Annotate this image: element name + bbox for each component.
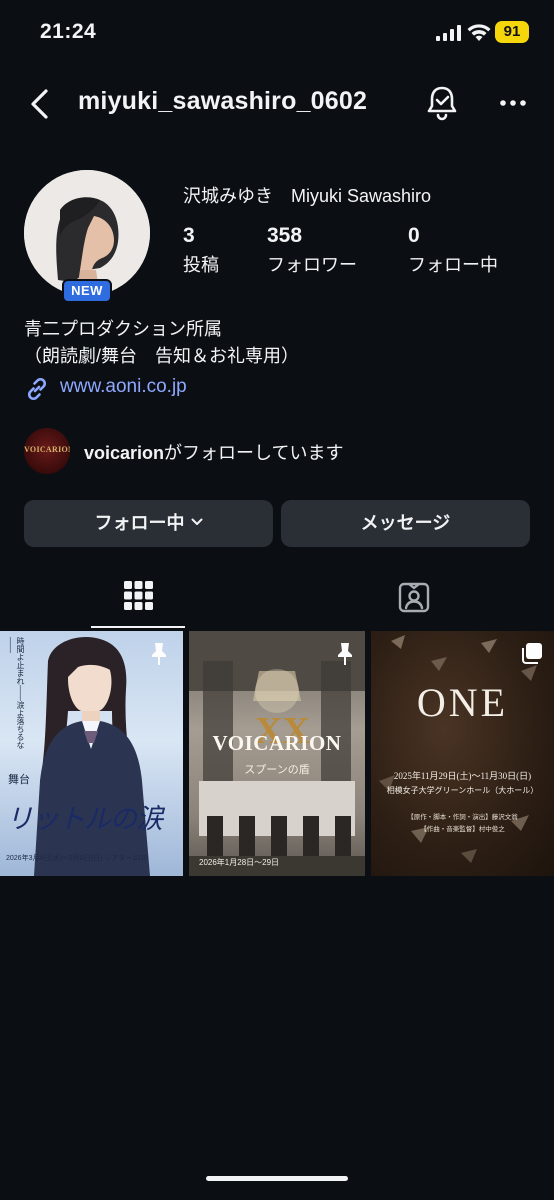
stat-followers-count: 358	[267, 224, 303, 247]
following-button-label: フォロー中	[94, 513, 185, 533]
pin-icon	[152, 643, 166, 665]
followed-by-row[interactable]: VOICARION voicarionがフォローしています	[24, 428, 524, 474]
status-time: 21:24	[40, 20, 97, 43]
post-dates: 2026年3月4日(水)～3月8日(日) シアター1010	[6, 855, 148, 862]
message-button-label: メッセージ	[360, 513, 451, 533]
active-tab-indicator	[91, 626, 185, 628]
wifi-icon	[467, 24, 491, 41]
back-arrow-icon[interactable]	[26, 86, 54, 122]
post-title: リットルの涙	[6, 804, 163, 834]
post-dates: 2026年1月28日～29日	[199, 858, 280, 867]
profile-username: miyuki_sawashiro_0602	[78, 87, 368, 115]
followed-by-avatar-text: VOICARION	[24, 445, 70, 454]
link-icon	[27, 377, 47, 401]
post-title: VOICARION	[212, 731, 342, 755]
home-indicator	[206, 1176, 348, 1181]
stat-posts-count: 3	[183, 224, 195, 247]
followed-by-suffix: がフォローしています	[164, 443, 344, 463]
bio-line: （朗読劇/舞台 告知＆お礼専用）	[24, 346, 299, 366]
post-dates: 2025年11月29日(土)～11月30日(日)	[393, 771, 532, 781]
post-title: ONE	[416, 680, 509, 725]
tab-tagged[interactable]	[368, 572, 462, 630]
bio-line: 青二プロダクション所属	[24, 319, 222, 339]
battery-indicator: 91	[495, 21, 529, 43]
post-thumbnail[interactable]: ONE 2025年11月29日(土)～11月30日(日) 相模女子大学グリーンホ…	[371, 631, 554, 876]
stat-following[interactable]: 0 フォロー中	[408, 224, 498, 277]
post-image	[34, 637, 150, 876]
post-venue: 相模女子大学グリーンホール（大ホール）	[386, 786, 539, 795]
post-category: 舞台	[8, 774, 30, 786]
post-credit: 【原作・脚本・作詞・演出】藤沢文翁	[407, 814, 518, 821]
tagged-person-icon	[398, 582, 430, 613]
link-url[interactable]: www.aoni.co.jp	[60, 376, 187, 398]
post-image	[379, 635, 537, 863]
stat-posts-label: 投稿	[183, 255, 219, 275]
stat-followers-label: フォロワー	[267, 255, 357, 275]
grid-icon	[124, 581, 153, 610]
post-tagline: 時間よ止まれ――涙よ落ちるな――	[6, 637, 25, 749]
notification-bell-icon[interactable]	[424, 84, 460, 122]
profile-header: miyuki_sawashiro_0602	[0, 78, 554, 128]
stat-following-label: フォロー中	[408, 255, 498, 275]
more-options-icon[interactable]	[498, 98, 528, 108]
status-bar: 21:24 91	[0, 0, 554, 66]
post-thumbnail[interactable]: XX VOICARION スプーンの盾 2026年1月28日～29日	[189, 631, 365, 876]
tab-posts-grid[interactable]	[91, 572, 185, 630]
display-name: 沢城みゆき Miyuki Sawashiro	[183, 186, 432, 206]
carousel-album-icon	[522, 643, 542, 664]
chevron-down-icon	[191, 518, 202, 526]
followed-by-avatar[interactable]: VOICARION	[24, 428, 70, 474]
pin-icon	[338, 643, 352, 665]
new-story-badge: NEW	[62, 279, 112, 303]
followed-by-text: voicarionがフォローしています	[84, 439, 344, 465]
followed-by-account[interactable]: voicarion	[84, 443, 164, 463]
post-thumbnail[interactable]: 時間よ止まれ――涙よ落ちるな―― 舞台 リットルの涙 2026年3月4日(水)～…	[0, 631, 183, 876]
post-credit: 【作曲・音楽監督】村中俊之	[420, 826, 505, 833]
profile-bio: 青二プロダクション所属 （朗読劇/舞台 告知＆お礼専用）	[24, 316, 299, 370]
message-button[interactable]: メッセージ	[281, 500, 530, 547]
following-button[interactable]: フォロー中	[24, 500, 273, 547]
profile-photo	[24, 170, 150, 296]
stat-posts[interactable]: 3 投稿	[183, 224, 219, 277]
profile-avatar[interactable]	[24, 170, 150, 296]
cellular-signal-icon	[436, 25, 461, 41]
stat-following-count: 0	[408, 224, 420, 247]
stat-followers[interactable]: 358 フォロワー	[267, 224, 357, 277]
post-subtitle: スプーンの盾	[244, 764, 310, 776]
